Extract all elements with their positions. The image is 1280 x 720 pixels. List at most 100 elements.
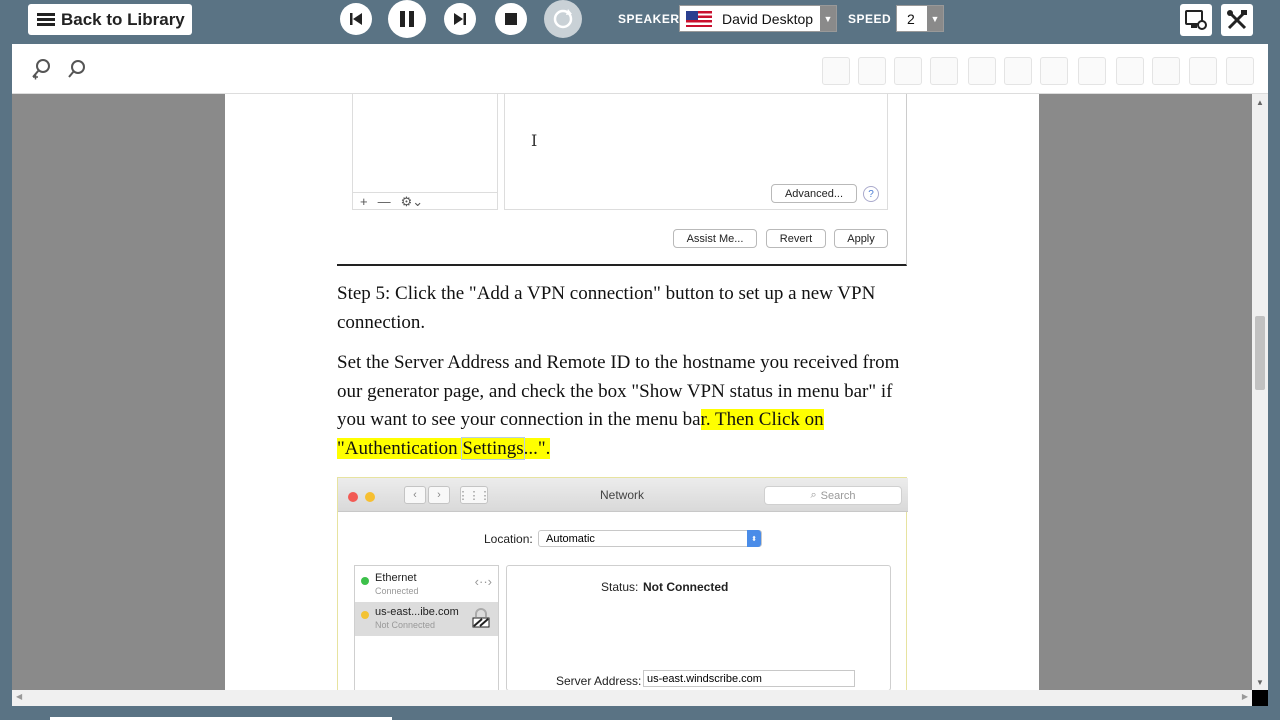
highlighted-text: "Authentication	[337, 437, 463, 459]
instructions-paragraph: Set the Server Address and Remote ID to …	[337, 349, 997, 463]
service-ethernet: Ethernet Connected ‹··›	[355, 568, 498, 602]
server-address-field: us-east.windscribe.com	[643, 670, 855, 687]
check-icon[interactable]	[1189, 57, 1217, 85]
zoom-out-icon[interactable]	[66, 58, 88, 80]
scroll-right-icon[interactable]: ▶	[1242, 692, 1248, 701]
scroll-down-icon[interactable]: ▼	[1256, 678, 1264, 687]
stop-button[interactable]	[495, 3, 527, 35]
window-title: Network	[600, 488, 645, 502]
scroll-left-icon[interactable]: ◀	[16, 692, 22, 701]
service-name: Ethernet	[375, 572, 417, 584]
trash-icon[interactable]	[1226, 57, 1254, 85]
scrollbar-thumb[interactable]	[1255, 316, 1265, 390]
pause-button[interactable]	[388, 0, 426, 38]
minimize-icon	[365, 492, 375, 502]
step5-paragraph: Step 5: Click the "Add a VPN connection"…	[337, 280, 997, 337]
speaker-select[interactable]: David Desktop ▼	[679, 5, 837, 32]
bottom-frame	[0, 706, 1280, 720]
tools-icon	[1227, 10, 1247, 30]
zoom-in-icon[interactable]	[31, 58, 53, 80]
skip-forward-icon	[454, 13, 466, 25]
document-viewer[interactable]: + — ⚙︎⌄ Advanced... ? Assist Me... Rever…	[12, 94, 1252, 690]
assist-me-button: Assist Me...	[673, 229, 757, 248]
advanced-button: Advanced...	[771, 184, 857, 203]
service-list-controls: + — ⚙︎⌄	[352, 192, 498, 210]
para2-line3: you want to see your connection in the m…	[337, 406, 997, 435]
previous-button[interactable]	[340, 3, 372, 35]
vpn-lock-icon	[472, 608, 490, 628]
selected-word: Settings	[461, 436, 525, 460]
highlight-icon[interactable]	[1040, 57, 1068, 85]
location-select: Automatic ⬍	[538, 530, 762, 547]
find-icon[interactable]	[1004, 57, 1032, 85]
next-button[interactable]	[444, 3, 476, 35]
chevron-down-icon: ▼	[820, 6, 836, 31]
cut-icon[interactable]	[894, 57, 922, 85]
para2-line2: our generator page, and check the box "S…	[337, 380, 893, 402]
text-box-icon[interactable]	[1116, 57, 1144, 85]
status-dot	[361, 577, 369, 585]
para2-line3-plain: you want to see your connection in the m…	[337, 409, 701, 430]
paste-icon[interactable]	[930, 57, 958, 85]
service-status: Connected	[375, 586, 419, 596]
status-label: Status:	[601, 580, 639, 594]
left-frame	[0, 44, 12, 720]
eraser-icon[interactable]	[1152, 57, 1180, 85]
revert-button: Revert	[766, 229, 826, 248]
step5-line1: Step 5: Click the "Add a VPN connection"…	[337, 283, 876, 304]
pen-icon[interactable]	[1078, 57, 1106, 85]
speed-select[interactable]: 2 ▼	[896, 5, 944, 32]
highlighted-text: r. Then Click on	[700, 409, 824, 430]
location-value: Automatic	[546, 532, 595, 545]
scroll-up-icon[interactable]: ▲	[1256, 98, 1264, 107]
service-list: Ethernet Connected ‹··› us-east...ibe.co…	[354, 565, 499, 690]
vertical-scrollbar[interactable]: ▲ ▼	[1252, 94, 1268, 690]
horizontal-scrollbar[interactable]: ◀ ▶	[12, 690, 1252, 706]
player-toolbar: Back to Library SPEAKER David Desktop ▼ …	[0, 0, 1280, 44]
speaker-label: SPEAKER	[618, 12, 680, 26]
service-status: Not Connected	[375, 620, 436, 630]
text-cursor-icon: I	[531, 131, 538, 150]
speed-value: 2	[907, 10, 915, 27]
chevron-down-icon: ▼	[927, 6, 943, 31]
close-icon	[348, 492, 358, 502]
back-nav-icon: ‹	[404, 486, 426, 504]
undo-icon[interactable]	[968, 57, 996, 85]
stop-icon	[505, 13, 517, 25]
step5-line2: connection.	[337, 311, 426, 333]
help-icon: ?	[863, 186, 879, 202]
back-label: Back to Library	[61, 9, 185, 29]
service-vpn: us-east...ibe.com Not Connected	[355, 602, 498, 636]
us-flag-icon	[686, 10, 712, 27]
list-icon	[37, 12, 55, 27]
repeat-button[interactable]	[544, 0, 582, 38]
document-page[interactable]: + — ⚙︎⌄ Advanced... ? Assist Me... Rever…	[225, 94, 1039, 690]
embedded-screenshot-network: ‹ › ⋮⋮⋮ Network ⌕ Search Location: Automa…	[337, 477, 908, 690]
repeat-icon	[553, 9, 573, 29]
screen-reader-settings-button[interactable]	[1180, 4, 1212, 36]
connection-detail-pane: Status: Not Connected Server Address: us…	[506, 565, 891, 690]
search-field: ⌕ Search	[764, 486, 902, 505]
pause-icon	[400, 11, 414, 27]
window-titlebar: ‹ › ⋮⋮⋮ Network ⌕ Search	[338, 478, 908, 512]
copy-icon[interactable]	[858, 57, 886, 85]
remove-icon: —	[377, 194, 391, 209]
search-placeholder: Search	[820, 489, 856, 502]
skip-back-icon	[350, 13, 362, 25]
chevron-updown-icon: ⬍	[747, 530, 761, 547]
save-icon[interactable]	[822, 57, 850, 85]
ethernet-icon: ‹··›	[474, 574, 492, 589]
embedded-screenshot-network-top: + — ⚙︎⌄ Advanced... ? Assist Me... Rever…	[337, 94, 907, 266]
location-label: Location:	[484, 532, 533, 546]
add-icon: +	[360, 194, 368, 209]
search-icon: ⌕	[810, 489, 817, 501]
monitor-settings-icon	[1185, 10, 1207, 30]
back-to-library-button[interactable]: Back to Library	[28, 4, 192, 35]
status-dot	[361, 611, 369, 619]
apply-button: Apply	[834, 229, 888, 248]
speed-label: SPEED	[848, 12, 892, 26]
para2-line4: "Authentication Settings...".	[337, 435, 997, 464]
highlighted-text: ...".	[523, 437, 551, 459]
tools-button[interactable]	[1221, 4, 1253, 36]
status-value: Not Connected	[643, 580, 729, 594]
